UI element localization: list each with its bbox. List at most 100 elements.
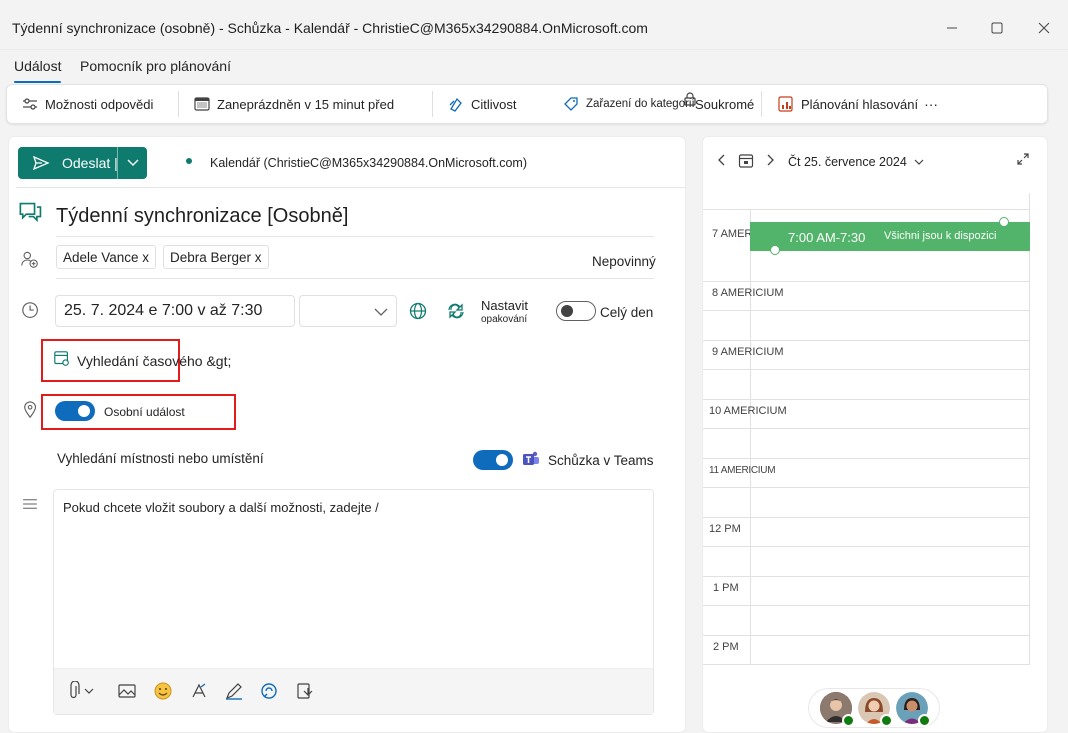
personal-event-toggle[interactable] [55, 401, 95, 421]
tab-bar: Událost Pomocník pro plánování [0, 50, 1068, 83]
avatar[interactable] [896, 692, 931, 727]
teams-meeting-label: Schůzka v Teams [548, 453, 654, 468]
image-icon[interactable] [117, 681, 137, 701]
repeat-icon[interactable] [446, 301, 468, 323]
private-label: Soukromé [695, 96, 755, 112]
available-check-icon [918, 714, 931, 727]
grid-line [703, 428, 1029, 429]
optional-attendees-link[interactable]: Nepovinný [592, 254, 656, 269]
avatar[interactable] [858, 692, 893, 727]
hour-label: 12 PM [709, 523, 741, 535]
all-day-toggle[interactable] [556, 301, 596, 321]
hour-label-text: 11 AMERICIUM [709, 465, 776, 476]
teams-icon [521, 449, 543, 471]
location-input[interactable]: Vyhledání místnosti nebo umístění [57, 451, 264, 466]
private-button[interactable]: Soukromé [683, 85, 754, 123]
repeat-label[interactable]: Nastavit [481, 298, 528, 313]
chevron-down-icon [914, 159, 924, 165]
hour-label: 11 AMERICIUM [709, 464, 776, 476]
toggle-knob [78, 405, 90, 417]
grid-line [703, 458, 1029, 459]
expand-icon[interactable] [1016, 152, 1030, 169]
tab-scheduling-assistant[interactable]: Pomocník pro plánování [80, 58, 231, 74]
globe-icon[interactable] [408, 301, 430, 323]
time-finder-link[interactable]: Vyhledání časového &gt; [77, 353, 231, 369]
chevron-left-icon[interactable] [717, 153, 727, 170]
event-availability: Všichni jsou k dispozici [884, 230, 997, 242]
close-icon[interactable] [1030, 14, 1058, 42]
grid-line [703, 546, 1029, 547]
grid-line [750, 209, 751, 665]
divider [178, 91, 179, 117]
hour-label: 1 PM [713, 582, 739, 594]
loop-icon[interactable] [295, 681, 315, 701]
timezone-dropdown[interactable] [299, 295, 397, 327]
response-options-button[interactable]: Možnosti odpovědi [21, 85, 153, 123]
categorize-button[interactable]: Zařazení do kategorií [562, 85, 696, 123]
calendar-event-block[interactable]: 7:00 AM-7:30 Všichni jsou k dispozici [750, 217, 1030, 255]
calendar-color-dot [186, 158, 192, 164]
send-dropdown-button[interactable] [117, 147, 147, 179]
calendar-header: Čt 25. července 2024 [702, 150, 1048, 174]
scheduling-poll-button[interactable]: Plánování hlasování ··· [777, 85, 938, 123]
teams-meeting-toggle[interactable] [473, 450, 513, 470]
emoji-icon[interactable] [153, 681, 173, 701]
resize-handle-bottom[interactable] [770, 245, 780, 255]
maximize-icon[interactable] [983, 14, 1011, 42]
calendar-busy-icon [194, 97, 210, 111]
attendee-chip[interactable]: Adele Vance x [56, 245, 157, 269]
body-toolbar [54, 668, 653, 714]
event-time: 7:00 AM-7:30 [788, 230, 866, 245]
time-grid[interactable]: 7 AMERICIUM 8 AMERICIUM 9 AMERICIUM 10 A… [703, 193, 1030, 665]
all-day-label: Celý den [600, 305, 654, 320]
busy-reminder-label: Zaneprázdněn v 15 minut před [217, 96, 395, 112]
scheduling-poll-label: Plánování hlasování [801, 96, 919, 112]
tab-event[interactable]: Událost [14, 58, 62, 83]
format-painter-icon[interactable] [189, 681, 209, 701]
calendar-date-picker[interactable]: Čt 25. července 2024 [788, 155, 924, 169]
date-time-field[interactable]: 25. 7. 2024 e 7:00 v až 7:30 [55, 295, 295, 327]
copilot-icon[interactable] [259, 681, 279, 701]
divider [56, 236, 654, 237]
chevron-down-icon [127, 159, 138, 166]
divider [56, 278, 654, 279]
body-placeholder: Pokud chcete vložit soubory a další možn… [63, 500, 379, 515]
busy-reminder-button[interactable]: Zaneprázdněn v 15 minut před [193, 85, 394, 123]
toggle-knob [561, 305, 573, 317]
chevron-right-icon[interactable] [765, 153, 775, 170]
minimize-icon[interactable] [938, 14, 966, 42]
grid-line [703, 487, 1029, 488]
send-label: Odeslat | [62, 155, 118, 171]
today-icon[interactable] [738, 153, 754, 172]
title-bar: Týdenní synchronizace (osobně) - Schůzka… [0, 0, 1068, 50]
send-button[interactable]: Odeslat | [18, 147, 147, 179]
divider [432, 91, 433, 117]
send-icon [32, 155, 50, 171]
event-title-input[interactable]: Týdenní synchronizace [Osobně] [56, 205, 348, 228]
grid-line [703, 310, 1029, 311]
more-options-icon[interactable]: ··· [924, 96, 938, 112]
resize-handle-top[interactable] [999, 217, 1009, 227]
hour-label: 10 AMERICIUM [709, 405, 787, 417]
message-body-editor[interactable]: Pokud chcete vložit soubory a další možn… [53, 489, 654, 715]
tag-icon [564, 97, 578, 111]
poll-icon [778, 96, 793, 112]
attendee-chip[interactable]: Debra Berger x [163, 245, 269, 269]
personal-event-label: Osobní událost [104, 405, 185, 419]
attach-icon[interactable] [68, 680, 94, 701]
grid-line [703, 605, 1029, 606]
grid-line [703, 281, 1029, 282]
available-check-icon [842, 714, 855, 727]
pen-icon[interactable] [224, 681, 244, 701]
calendar-selector[interactable]: Kalendář (ChristieC@M365x34290884.OnMicr… [210, 156, 527, 170]
chat-bubbles-icon [18, 200, 42, 223]
text-lines-icon [22, 498, 44, 520]
chevron-down-icon [374, 308, 388, 316]
grid-line [703, 340, 1029, 341]
clock-icon [21, 301, 43, 323]
grid-line [703, 399, 1029, 400]
sensitivity-button[interactable]: Citlivost [447, 85, 517, 123]
sensitivity-label: Citlivost [471, 96, 517, 112]
hour-label: 8 AMERICIUM [712, 287, 784, 299]
avatar[interactable] [820, 692, 855, 727]
